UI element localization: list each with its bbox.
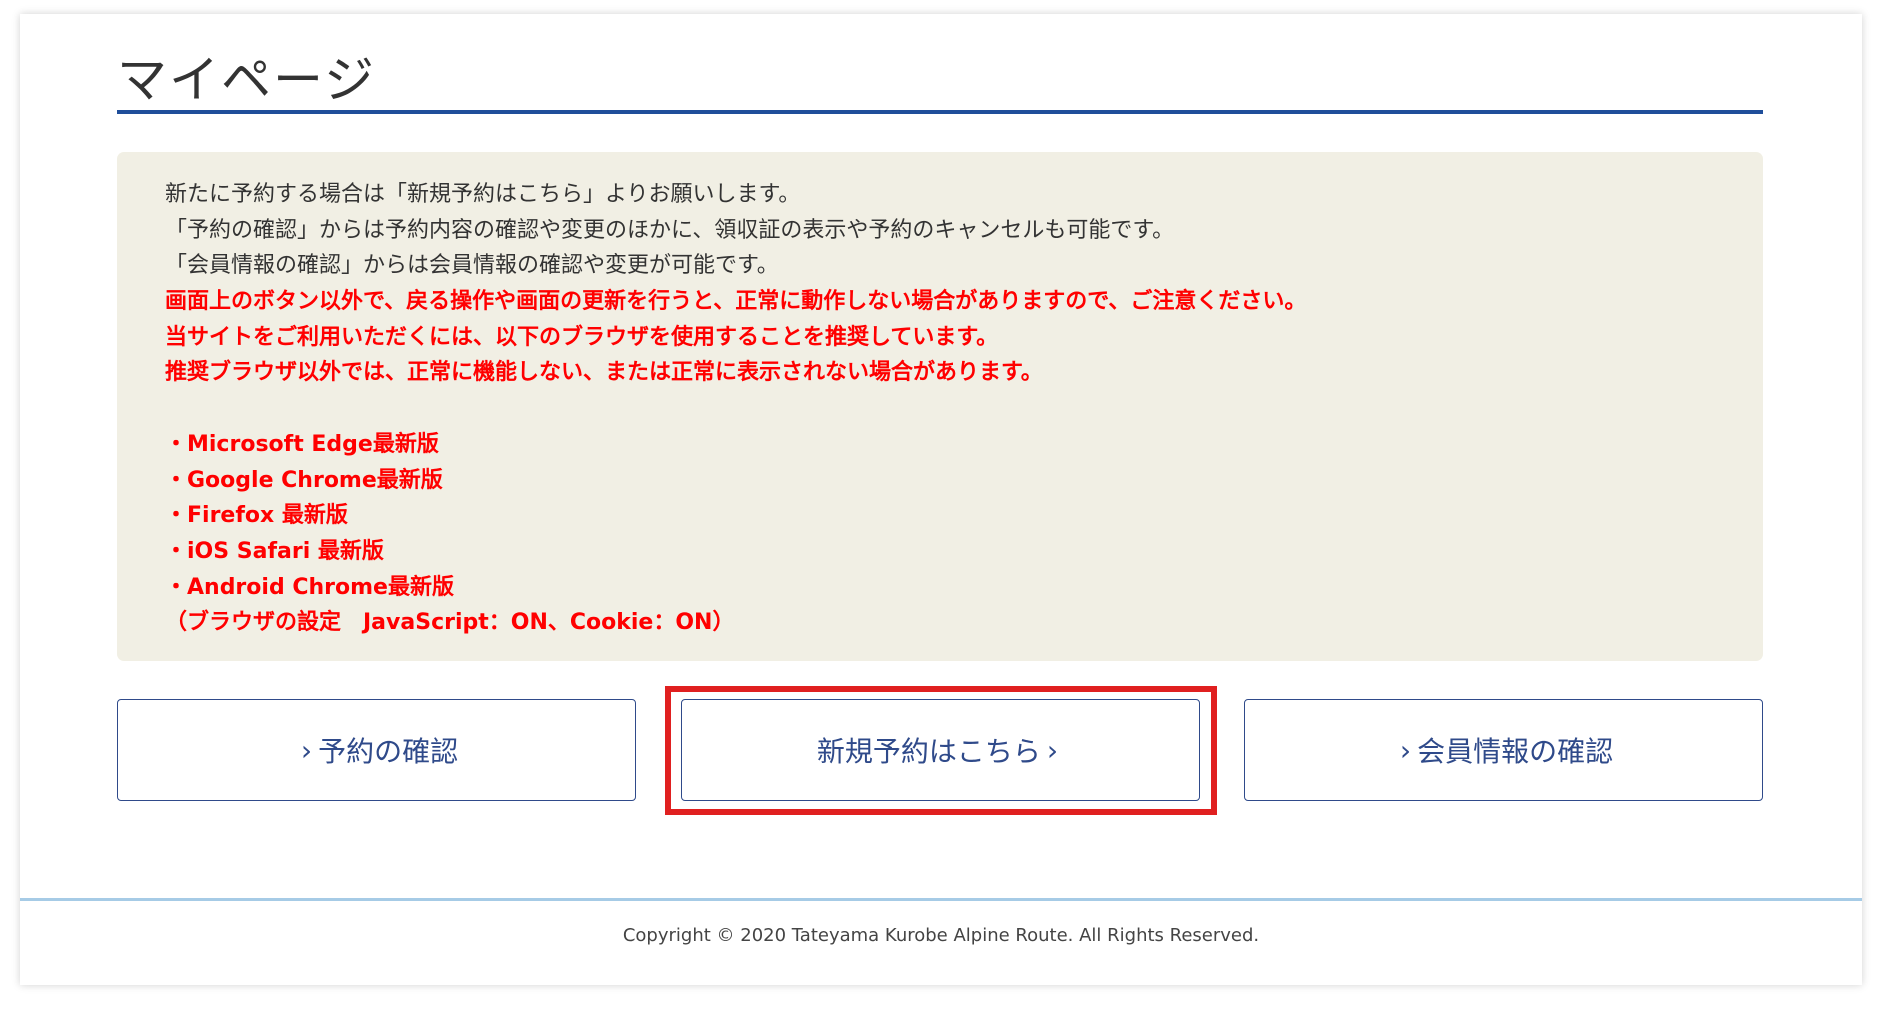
warning-line: 当サイトをご利用いただくには、以下のブラウザを使用することを推奨しています。 — [165, 324, 999, 350]
chevron-right-icon: › — [1046, 733, 1059, 767]
page-title: マイページ — [117, 51, 376, 109]
footer-copyright: Copyright © 2020 Tateyama Kurobe Alpine … — [622, 925, 1260, 946]
warning-line: 推奨ブラウザ以外では、正常に機能しない、または正常に表示されない場合があります。 — [165, 360, 1043, 386]
check-reservation-label: 予約の確認 — [318, 735, 459, 768]
notice-line: 「会員情報の確認」からは会員情報の確認や変更が可能です。 — [165, 253, 779, 279]
new-reservation-button[interactable]: 新規予約はこちら › — [681, 699, 1200, 801]
notice-line: 「予約の確認」からは予約内容の確認や変更のほかに、領収証の表示や予約のキャンセル… — [165, 217, 1175, 243]
member-info-label: 会員情報の確認 — [1417, 735, 1614, 768]
member-info-button[interactable]: › 会員情報の確認 — [1244, 699, 1763, 801]
browser-list-item: ・Android Chrome最新版 — [165, 574, 454, 600]
browser-list-item: ・Microsoft Edge最新版 — [165, 431, 439, 457]
chevron-right-icon: › — [300, 733, 313, 767]
footer-divider — [20, 898, 1862, 901]
new-reservation-label: 新規予約はこちら — [816, 735, 1041, 768]
notice-line: 新たに予約する場合は「新規予約はこちら」よりお願いします。 — [165, 182, 801, 207]
warning-line: 画面上のボタン以外で、戻る操作や画面の更新を行うと、正常に動作しない場合がありま… — [165, 289, 1307, 315]
browser-list-item: ・Google Chrome最新版 — [165, 467, 443, 493]
chevron-right-icon: › — [1399, 733, 1412, 767]
browser-list-item: ・Firefox 最新版 — [165, 503, 348, 529]
check-reservation-button[interactable]: › 予約の確認 — [117, 699, 636, 801]
title-underline — [117, 110, 1763, 114]
notice-box: 新たに予約する場合は「新規予約はこちら」よりお願いします。 「予約の確認」からは… — [117, 152, 1763, 661]
browser-list-item: ・iOS Safari 最新版 — [165, 538, 384, 564]
browser-settings-note: （ブラウザの設定 JavaScript：ON、Cookie：ON） — [165, 610, 735, 636]
